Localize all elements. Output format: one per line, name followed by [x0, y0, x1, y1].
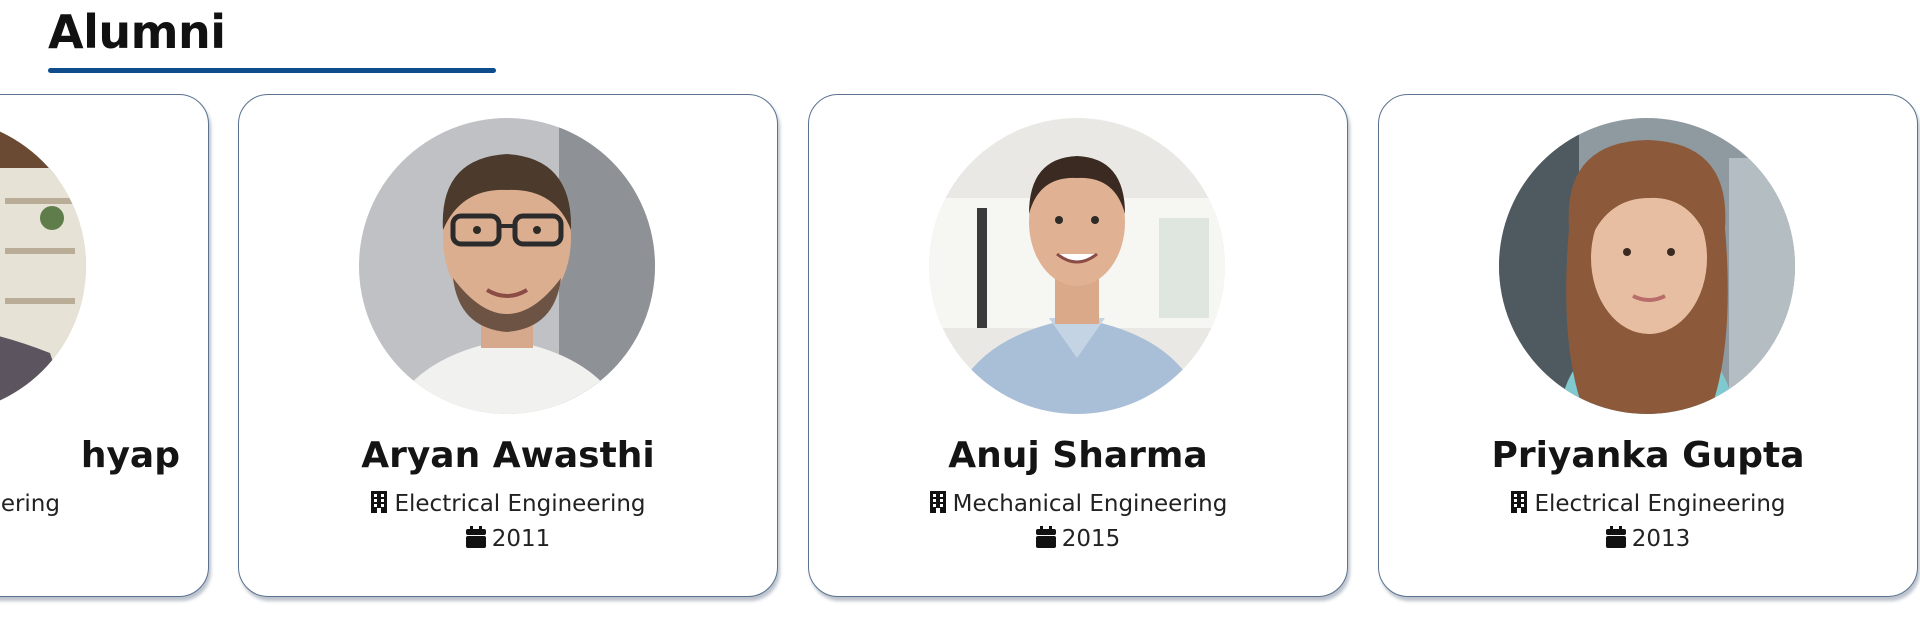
department-text: Electrical Engineering	[1534, 491, 1786, 517]
year-text: 2011	[491, 526, 551, 552]
alumni-photo	[929, 118, 1225, 414]
alumni-department: Mechanical Engineering	[809, 491, 1347, 517]
alumni-name: Priyanka Gupta	[1491, 435, 1805, 476]
alumni-card[interactable]: Anuj Sharma Mechanical Engineering 2015	[808, 94, 1348, 597]
alumni-department: ering	[0, 491, 208, 517]
alumni-card[interactable]: hyap ering	[0, 94, 209, 597]
calendar-icon	[1605, 526, 1626, 548]
title-underline	[48, 68, 496, 73]
alumni-photo	[359, 118, 655, 414]
alumni-page: Alumni hyap ering Aryan Awasthi Electric…	[0, 0, 1920, 634]
alumni-name: hyap	[80, 435, 180, 476]
alumni-department: Electrical Engineering	[239, 491, 777, 517]
alumni-name: Anuj Sharma	[948, 435, 1208, 476]
building-icon	[1511, 491, 1528, 513]
alumni-card[interactable]: Priyanka Gupta Electrical Engineering 20…	[1378, 94, 1918, 597]
calendar-icon	[465, 526, 486, 548]
alumni-name: Aryan Awasthi	[361, 435, 655, 476]
alumni-photo	[0, 118, 86, 414]
alumni-department: Electrical Engineering	[1379, 491, 1917, 517]
calendar-icon	[1035, 526, 1056, 548]
building-icon	[371, 491, 388, 513]
department-text: Electrical Engineering	[394, 491, 646, 517]
year-text: 2013	[1631, 526, 1691, 552]
alumni-photo	[1499, 118, 1795, 414]
year-text: 2015	[1061, 526, 1121, 552]
alumni-year: 2011	[239, 526, 777, 552]
alumni-card[interactable]: Aryan Awasthi Electrical Engineering 201…	[238, 94, 778, 597]
department-text: Mechanical Engineering	[952, 491, 1228, 517]
department-text: ering	[0, 491, 60, 517]
section-title: Alumni	[48, 5, 226, 59]
alumni-year: 2013	[1379, 526, 1917, 552]
alumni-year: 2015	[809, 526, 1347, 552]
building-icon	[929, 491, 946, 513]
